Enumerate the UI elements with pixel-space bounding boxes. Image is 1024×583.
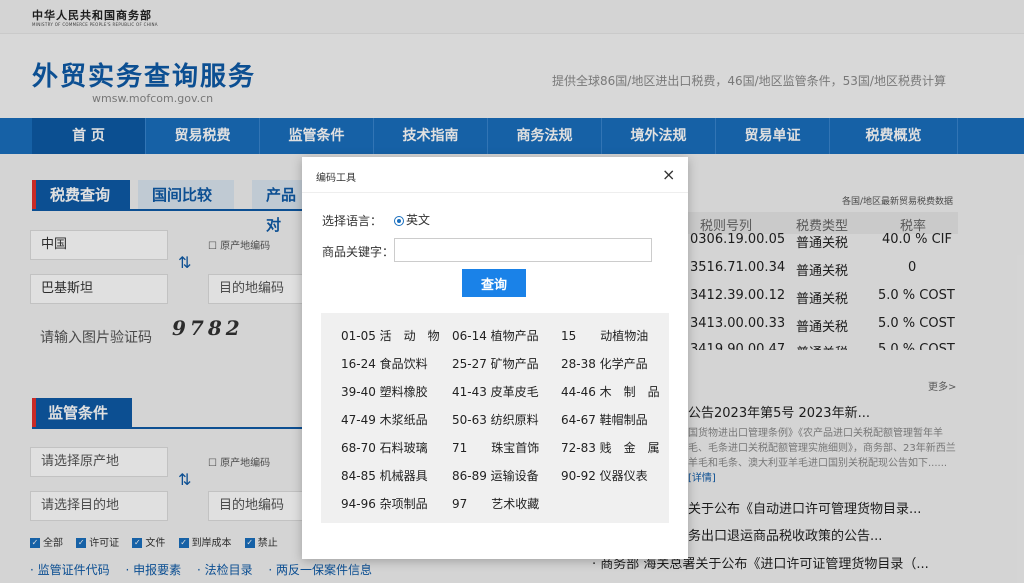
- category-06-14[interactable]: 06-14 植物产品: [452, 327, 564, 347]
- category-71[interactable]: 71 珠宝首饰: [452, 439, 564, 459]
- category-39-40[interactable]: 39-40 塑料橡胶: [341, 383, 453, 403]
- category-01-05[interactable]: 01-05 活 动 物: [341, 327, 453, 347]
- category-72-83[interactable]: 72-83 贱 金 属: [561, 439, 673, 459]
- code-tool-dialog: 编码工具 × 选择语言： 英文 商品关键字： 查询 01-05 活 动 物 06…: [302, 157, 688, 559]
- category-86-89[interactable]: 86-89 运输设备: [452, 467, 564, 487]
- category-68-70[interactable]: 68-70 石料玻璃: [341, 439, 453, 459]
- category-90-92[interactable]: 90-92 仪器仪表: [561, 467, 673, 487]
- query-button[interactable]: 查询: [462, 269, 526, 297]
- category-grid: 01-05 活 动 物 06-14 植物产品 15 动植物油 16-24 食品饮…: [321, 313, 669, 523]
- category-28-38[interactable]: 28-38 化学产品: [561, 355, 673, 375]
- category-84-85[interactable]: 84-85 机械器具: [341, 467, 453, 487]
- category-16-24[interactable]: 16-24 食品饮料: [341, 355, 453, 375]
- radio-selected-icon: [394, 215, 404, 226]
- language-label: 选择语言：: [322, 214, 383, 228]
- category-25-27[interactable]: 25-27 矿物产品: [452, 355, 564, 375]
- category-97[interactable]: 97 艺术收藏: [452, 495, 564, 515]
- category-15[interactable]: 15 动植物油: [561, 327, 673, 347]
- category-44-46[interactable]: 44-46 木 制 品: [561, 383, 673, 403]
- keyword-label: 商品关键字：: [322, 245, 395, 259]
- category-64-67[interactable]: 64-67 鞋帽制品: [561, 411, 673, 431]
- radio-english[interactable]: 英文: [394, 211, 430, 228]
- category-94-96[interactable]: 94-96 杂项制品: [341, 495, 453, 515]
- category-41-43[interactable]: 41-43 皮革皮毛: [452, 383, 564, 403]
- dialog-header: 编码工具 ×: [302, 157, 688, 193]
- category-50-63[interactable]: 50-63 纺织原料: [452, 411, 564, 431]
- dialog-title: 编码工具: [316, 173, 356, 184]
- category-47-49[interactable]: 47-49 木浆纸品: [341, 411, 453, 431]
- keyword-input[interactable]: [394, 238, 652, 262]
- radio-label: 英文: [406, 213, 431, 227]
- close-icon[interactable]: ×: [662, 165, 675, 184]
